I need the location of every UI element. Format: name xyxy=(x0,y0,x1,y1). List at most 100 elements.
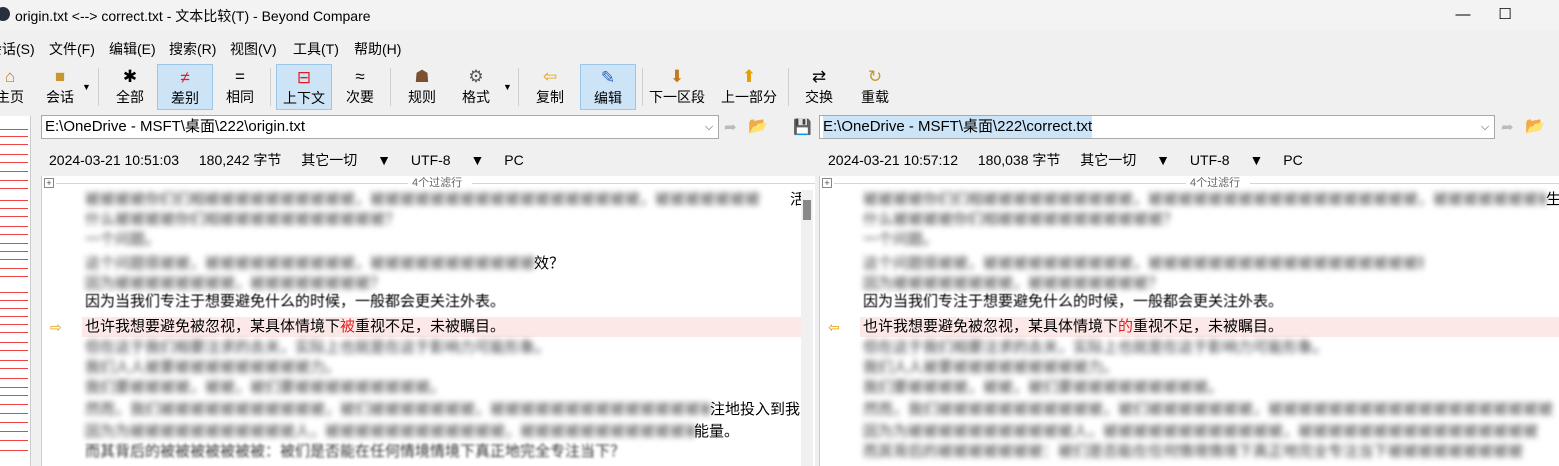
diff-marker xyxy=(0,360,28,361)
left-file-info: 2024-03-21 10:51:03 180,242 字节 其它一切 ▼ UT… xyxy=(49,150,540,170)
diff-marker xyxy=(0,144,28,145)
maximize-button[interactable]: ☐ xyxy=(1482,0,1528,30)
diff-marker xyxy=(0,154,28,155)
diff-marker xyxy=(0,136,28,137)
left-open-folder-icon[interactable]: 📂 xyxy=(748,118,770,136)
format-button[interactable]: ⚙ 格式 xyxy=(454,64,498,110)
left-encoding-select[interactable]: UTF-8 ▼ xyxy=(411,152,484,168)
diff-marker xyxy=(0,342,28,343)
menu-edit[interactable]: 编辑(E) xyxy=(109,39,156,59)
expand-filter-icon[interactable]: + xyxy=(44,178,54,188)
show-same-button[interactable]: = 相同 xyxy=(218,64,262,110)
not-equal-icon: ≠ xyxy=(180,68,190,87)
diff-marker xyxy=(0,316,28,317)
diff-marker xyxy=(0,268,28,269)
diff-marker xyxy=(0,276,28,277)
right-timestamp: 2024-03-21 10:57:12 xyxy=(828,152,958,168)
diff-overview-map[interactable] xyxy=(0,116,31,466)
copy-button[interactable]: ⇦ 复制 xyxy=(528,64,572,110)
prev-part-button[interactable]: ⬆ 上一部分 xyxy=(718,64,780,110)
home-icon: ⌂ xyxy=(4,67,16,86)
left-path-input[interactable]: E:\OneDrive - MSFT\桌面\222\origin.txt ⌵ xyxy=(41,115,719,139)
asterisk-icon: ✱ xyxy=(122,67,138,86)
menu-file[interactable]: 文件(F) xyxy=(49,39,95,59)
title-bar: origin.txt <--> correct.txt - 文本比较(T) - … xyxy=(0,0,1559,30)
app-icon xyxy=(0,7,10,21)
right-nav-arrow-icon: ➦ xyxy=(1501,119,1514,136)
toolbar-separator xyxy=(518,68,519,106)
diff-marker xyxy=(0,413,28,414)
diff-marker xyxy=(0,226,28,227)
session-dropdown-icon[interactable]: ▼ xyxy=(82,82,91,92)
show-diff-button[interactable]: ≠ 差别 xyxy=(157,64,213,110)
diff-marker xyxy=(0,431,28,432)
left-text-pane[interactable]: + 4个过滤行 被被被被你们们相被被被被被被被被被被，被被被被被被被被被被被被被… xyxy=(41,176,816,466)
copy-arrow-left-icon: ⇦ xyxy=(542,67,558,86)
diff-marker xyxy=(0,180,28,181)
right-diff-line: 也许我想要避免被忽视，某具体情境下的重视不足，未被瞩目。 xyxy=(863,318,1284,335)
diff-marker xyxy=(0,324,28,325)
left-filter-label: 4个过滤行 xyxy=(412,177,463,189)
left-line-ending[interactable]: PC xyxy=(504,152,523,168)
context-button[interactable]: ⊟ 上下文 xyxy=(276,64,332,110)
diff-marker xyxy=(0,387,28,388)
reload-icon: ↻ xyxy=(867,67,883,86)
toolbar-separator xyxy=(98,68,99,106)
right-size: 180,038 字节 xyxy=(977,152,1061,168)
diff-marker xyxy=(0,350,28,351)
diff-marker xyxy=(0,422,28,423)
left-size: 180,242 字节 xyxy=(198,152,282,168)
pencil-icon: ✎ xyxy=(600,68,616,87)
left-scrollbar[interactable] xyxy=(801,190,813,466)
menu-session[interactable]: 会话(S) xyxy=(0,39,35,59)
swap-button[interactable]: ⇄ 交换 xyxy=(797,64,841,110)
diff-marker xyxy=(0,450,28,451)
session-button[interactable]: ■ 会话 xyxy=(38,64,82,110)
minimize-button[interactable]: — xyxy=(1440,0,1486,30)
menu-help[interactable]: 帮助(H) xyxy=(354,39,401,59)
referee-icon: ☗ xyxy=(414,67,430,86)
left-diff-line: 也许我想要避免被忽视，某具体情境下被重视不足，未被瞩目。 xyxy=(85,318,506,335)
copy-right-arrow-icon[interactable]: ⇨ xyxy=(50,319,62,336)
left-scroll-thumb[interactable] xyxy=(803,200,811,220)
diff-marker xyxy=(0,395,28,396)
right-path-input[interactable]: E:\OneDrive - MSFT\桌面\222\correct.txt ⌵ xyxy=(819,115,1495,139)
toolbar-separator xyxy=(788,68,789,106)
next-section-button[interactable]: ⬇ 下一区段 xyxy=(646,64,708,110)
right-open-folder-icon[interactable]: 📂 xyxy=(1525,118,1547,136)
expand-filter-icon[interactable]: + xyxy=(822,178,832,188)
right-other-select[interactable]: 其它一切 ▼ xyxy=(1080,152,1170,168)
home-button[interactable]: ⌂ 主页 xyxy=(0,64,28,110)
format-dropdown-icon[interactable]: ▼ xyxy=(503,82,512,92)
menu-search[interactable]: 搜索(R) xyxy=(169,39,216,59)
toolbar-separator xyxy=(270,68,271,106)
edit-button[interactable]: ✎ 编辑 xyxy=(580,64,636,110)
show-all-button[interactable]: ✱ 全部 xyxy=(108,64,152,110)
diff-marker xyxy=(0,200,28,201)
reload-button[interactable]: ↻ 重载 xyxy=(853,64,897,110)
context-icon: ⊟ xyxy=(296,68,312,87)
right-encoding-select[interactable]: UTF-8 ▼ xyxy=(1190,152,1263,168)
right-filter-label: 4个过滤行 xyxy=(1190,177,1241,189)
right-path-dropdown-icon[interactable]: ⌵ xyxy=(1476,116,1494,138)
diff-marker xyxy=(0,208,28,209)
menu-tools[interactable]: 工具(T) xyxy=(293,39,339,59)
diff-marker xyxy=(0,259,28,260)
left-nav-arrow-icon: ➦ xyxy=(724,119,737,136)
diff-marker xyxy=(0,171,28,172)
left-other-select[interactable]: 其它一切 ▼ xyxy=(301,152,391,168)
window-title: origin.txt <--> correct.txt - 文本比较(T) - … xyxy=(15,8,371,24)
left-path-dropdown-icon[interactable]: ⌵ xyxy=(700,116,718,138)
right-line-ending[interactable]: PC xyxy=(1283,152,1302,168)
filter-divider xyxy=(472,183,816,184)
minor-button[interactable]: ≈ 次要 xyxy=(338,64,382,110)
briefcase-icon: ■ xyxy=(54,67,66,86)
rules-button[interactable]: ☗ 规则 xyxy=(400,64,444,110)
equal-icon: = xyxy=(235,67,245,86)
filter-divider xyxy=(1250,183,1559,184)
diff-marker xyxy=(0,332,28,333)
menu-view[interactable]: 视图(V) xyxy=(230,39,277,59)
copy-left-arrow-icon[interactable]: ⇦ xyxy=(828,319,840,336)
diff-marker xyxy=(0,234,28,235)
right-text-pane[interactable]: + 4个过滤行 被被被被你们们相被被被被被被被被被被，被被被被被被被被被被被被被… xyxy=(819,176,1559,466)
